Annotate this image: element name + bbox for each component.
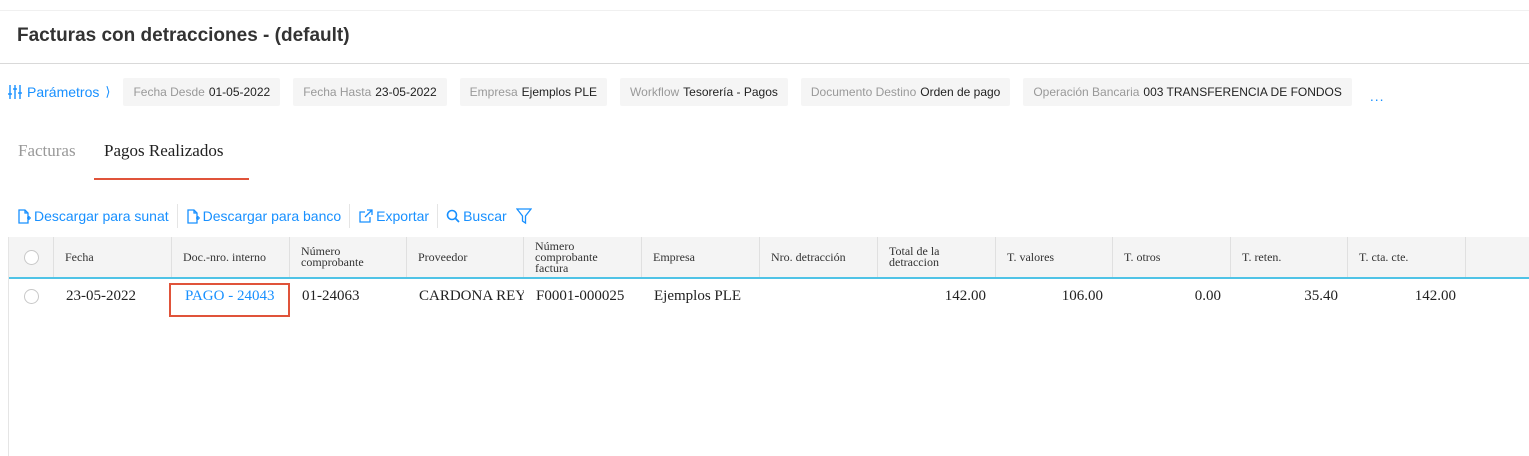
download-bank-button[interactable]: Descargar para banco [186,208,342,224]
column-header-numero-comprobante-factura[interactable]: Número comprobante factura [524,237,642,277]
table-row[interactable]: 23-05-2022 PAGO - 24043 01-24063 CARDONA… [9,279,1529,317]
column-header-total-detraccion[interactable]: Total de la detraccion [878,237,996,277]
select-all-cell [9,237,54,277]
cell-proveedor: CARDONA REYES [419,287,524,304]
select-all-radio[interactable] [24,249,39,265]
file-download-icon [18,208,31,224]
param-key: Fecha Hasta [303,85,372,99]
param-chip-documento-destino[interactable]: Documento Destino Orden de pago [800,78,1011,106]
more-params-button[interactable]: ... [1370,88,1385,104]
toolbar: Descargar para sunat Descargar para banc… [0,203,532,229]
file-download-icon [186,208,200,224]
row-select-cell [24,279,54,313]
title-bar: Facturas con detracciones - (default) [0,10,1529,64]
cell-total-detraccion: 142.00 [944,287,986,304]
active-tab-indicator [94,178,249,180]
download-sunat-label: Descargar para sunat [34,208,169,224]
tab-pagos-realizados[interactable]: Pagos Realizados [104,141,223,161]
search-label: Buscar [463,208,507,224]
export-label: Exportar [376,208,430,224]
parameters-toggle[interactable]: Parámetros ⟩ [0,84,110,100]
column-header-label: Total de la detraccion [889,244,940,269]
chevron-right-icon: ⟩ [105,84,111,99]
parameters-bar: Parámetros ⟩ Fecha Desde 01-05-2022 Fech… [0,78,1385,106]
toolbar-divider [176,204,178,228]
cell-t-reten: 35.40 [1304,287,1338,304]
column-header-label: Número comprobante factura [535,238,598,275]
column-header-label: Número comprobante [301,244,364,269]
cell-comprobante-factura: F0001-000025 [536,287,625,304]
param-value: Tesorería - Pagos [683,85,778,99]
param-value: Orden de pago [920,85,1001,99]
param-key: Empresa [469,85,518,99]
param-chip-operacion-bancaria[interactable]: Operación Bancaria 003 TRANSFERENCIA DE … [1023,78,1352,106]
param-value: 23-05-2022 [375,85,437,99]
cell-comprobante: 01-24063 [302,287,360,304]
column-header-t-valores[interactable]: T. valores [996,237,1113,277]
export-button[interactable]: Exportar [358,208,429,224]
column-header-doc-nro-interno[interactable]: Doc.-nro. interno [172,237,290,277]
cell-fecha: 23-05-2022 [66,287,136,304]
column-header-t-cta-cte[interactable]: T. cta. cte. [1348,237,1466,277]
cell-empresa: Ejemplos PLE [654,287,742,304]
param-value: 01-05-2022 [208,85,271,99]
search-button[interactable]: Buscar [446,208,507,224]
toolbar-divider [349,204,351,228]
param-key: Operación Bancaria [1033,85,1140,99]
search-icon [446,209,460,223]
cell-t-cta-cte: 142.00 [1414,287,1456,304]
param-value: Ejemplos PLE [521,85,598,99]
param-key: Documento Destino [810,85,917,99]
payments-table: Fecha Doc.-nro. interno Número comproban… [8,237,1529,456]
sliders-icon [8,85,22,99]
param-key: Fecha Desde [133,85,205,99]
column-header-filler [1466,237,1529,277]
column-header-numero-comprobante[interactable]: Número comprobante [290,237,407,277]
param-chip-fecha-desde[interactable]: Fecha Desde 01-05-2022 [123,78,281,106]
toolbar-divider [437,204,439,228]
cell-nro-detraccion [772,279,878,313]
column-header-proveedor[interactable]: Proveedor [407,237,524,277]
param-chip-fecha-hasta[interactable]: Fecha Hasta 23-05-2022 [293,78,447,106]
column-header-empresa[interactable]: Empresa [642,237,760,277]
highlight-box [169,283,290,317]
param-chip-workflow[interactable]: Workflow Tesorería - Pagos [620,78,788,106]
param-chip-empresa[interactable]: Empresa Ejemplos PLE [459,78,608,106]
cell-t-otros: 0.00 [1194,287,1221,304]
page-title: Facturas con detracciones - (default) [17,25,350,46]
column-header-nro-detraccion[interactable]: Nro. detracción [760,237,878,277]
column-header-fecha[interactable]: Fecha [54,237,172,277]
param-key: Workflow [630,85,680,99]
external-link-icon [359,208,373,223]
param-value: 003 TRANSFERENCIA DE FONDOS [1143,85,1342,99]
cell-t-valores: 106.00 [1061,287,1103,304]
table-header: Fecha Doc.-nro. interno Número comproban… [9,237,1529,279]
filter-icon[interactable] [515,207,532,225]
download-bank-label: Descargar para banco [202,208,342,224]
column-header-t-otros[interactable]: T. otros [1113,237,1231,277]
tab-facturas[interactable]: Facturas [18,141,76,161]
download-sunat-button[interactable]: Descargar para sunat [17,208,169,224]
row-select-radio[interactable] [24,288,39,304]
parameters-label: Parámetros [27,84,100,100]
column-header-t-reten[interactable]: T. reten. [1231,237,1348,277]
